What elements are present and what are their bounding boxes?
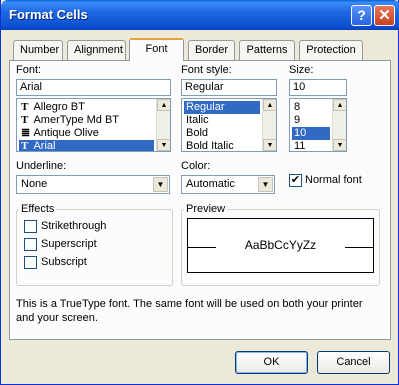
size-list[interactable]: 8 9 10 11 ▲ ▼ [289,98,347,152]
tab-protection[interactable]: Protection [299,40,363,60]
font-style-scrollbar[interactable]: ▲ ▼ [262,99,276,151]
color-value: Automatic [186,178,235,190]
scroll-down-icon[interactable]: ▼ [263,139,276,151]
font-style-list[interactable]: Regular Italic Bold Bold Italic ▲ ▼ [181,98,277,152]
list-item[interactable]: Italic [184,114,260,127]
help-icon: ? [357,7,366,23]
list-item[interactable]: Regular [184,101,260,114]
size-list-scrollbar[interactable]: ▲ ▼ [332,99,346,151]
scroll-down-icon[interactable]: ▼ [157,139,170,151]
scroll-up-icon[interactable]: ▲ [333,99,346,111]
chevron-down-icon[interactable]: ▼ [258,177,273,192]
list-item[interactable]: T AmerType Md BT [19,114,154,127]
normal-font-label: Normal font [305,174,362,186]
font-style-input[interactable]: Regular [181,79,277,96]
subscript-checkbox[interactable] [24,256,37,269]
underline-select[interactable]: None ▼ [16,175,170,194]
superscript-checkbox[interactable] [24,238,37,251]
truetype-icon: T [21,140,29,152]
underline-label: Underline: [16,160,67,172]
list-item[interactable]: Bold Italic [184,140,260,151]
font-label: Font: [16,64,42,76]
size-input[interactable]: 10 [289,79,347,96]
truetype-icon: T [21,114,29,126]
cancel-button[interactable]: Cancel [317,351,390,374]
list-item[interactable]: 8 [292,101,330,114]
strikethrough-checkbox[interactable] [24,220,37,233]
tab-border[interactable]: Border [188,40,235,60]
help-button[interactable]: ? [351,5,372,26]
window-title: Format Cells [9,7,88,22]
font-list[interactable]: T Allegro BT T AmerType Md BT ≣ Antique … [16,98,171,152]
scroll-up-icon[interactable]: ▲ [157,99,170,111]
tab-alignment[interactable]: Alignment [67,40,126,60]
list-item[interactable]: T Arial [19,140,154,152]
list-item[interactable]: ≣ Antique Olive [19,127,154,140]
tab-number[interactable]: Number [13,40,63,60]
close-icon: ✕ [378,7,391,24]
scroll-up-icon[interactable]: ▲ [263,99,276,111]
chevron-down-icon[interactable]: ▼ [153,177,168,192]
list-item[interactable]: Bold [184,127,260,140]
strikethrough-label: Strikethrough [41,220,107,232]
preview-title: Preview [184,203,228,215]
list-item[interactable]: 9 [292,114,330,127]
preview-sample: AaBbCcYyZz [244,238,317,252]
close-button[interactable]: ✕ [374,5,395,26]
title-bar[interactable]: Format Cells ? ✕ [1,0,399,30]
font-style-label: Font style: [181,64,232,76]
size-label: Size: [289,64,314,76]
truetype-icon: T [21,101,29,113]
tab-patterns[interactable]: Patterns [239,40,295,60]
effects-title: Effects [19,203,57,215]
normal-font-checkbox[interactable]: ✔ [289,174,302,187]
list-item[interactable]: 11 [292,140,330,151]
list-item[interactable]: T Allegro BT [19,101,154,114]
scroll-down-icon[interactable]: ▼ [333,139,346,151]
font-name-input[interactable]: Arial [16,79,171,96]
subscript-label: Subscript [41,256,87,268]
printer-font-icon: ≣ [21,127,31,139]
preview-box: AaBbCcYyZz [187,218,374,273]
font-list-scrollbar[interactable]: ▲ ▼ [156,99,170,151]
superscript-label: Superscript [41,238,97,250]
list-item[interactable]: 10 [292,127,330,140]
color-select[interactable]: Automatic ▼ [181,175,275,194]
format-cells-dialog: Format Cells ? ✕ Number Alignment Font B… [0,0,399,385]
underline-value: None [21,178,48,190]
tab-font[interactable]: Font [129,38,184,61]
color-label: Color: [181,160,211,172]
font-description: This is a TrueType font. The same font w… [16,298,363,324]
ok-button[interactable]: OK [235,351,308,374]
